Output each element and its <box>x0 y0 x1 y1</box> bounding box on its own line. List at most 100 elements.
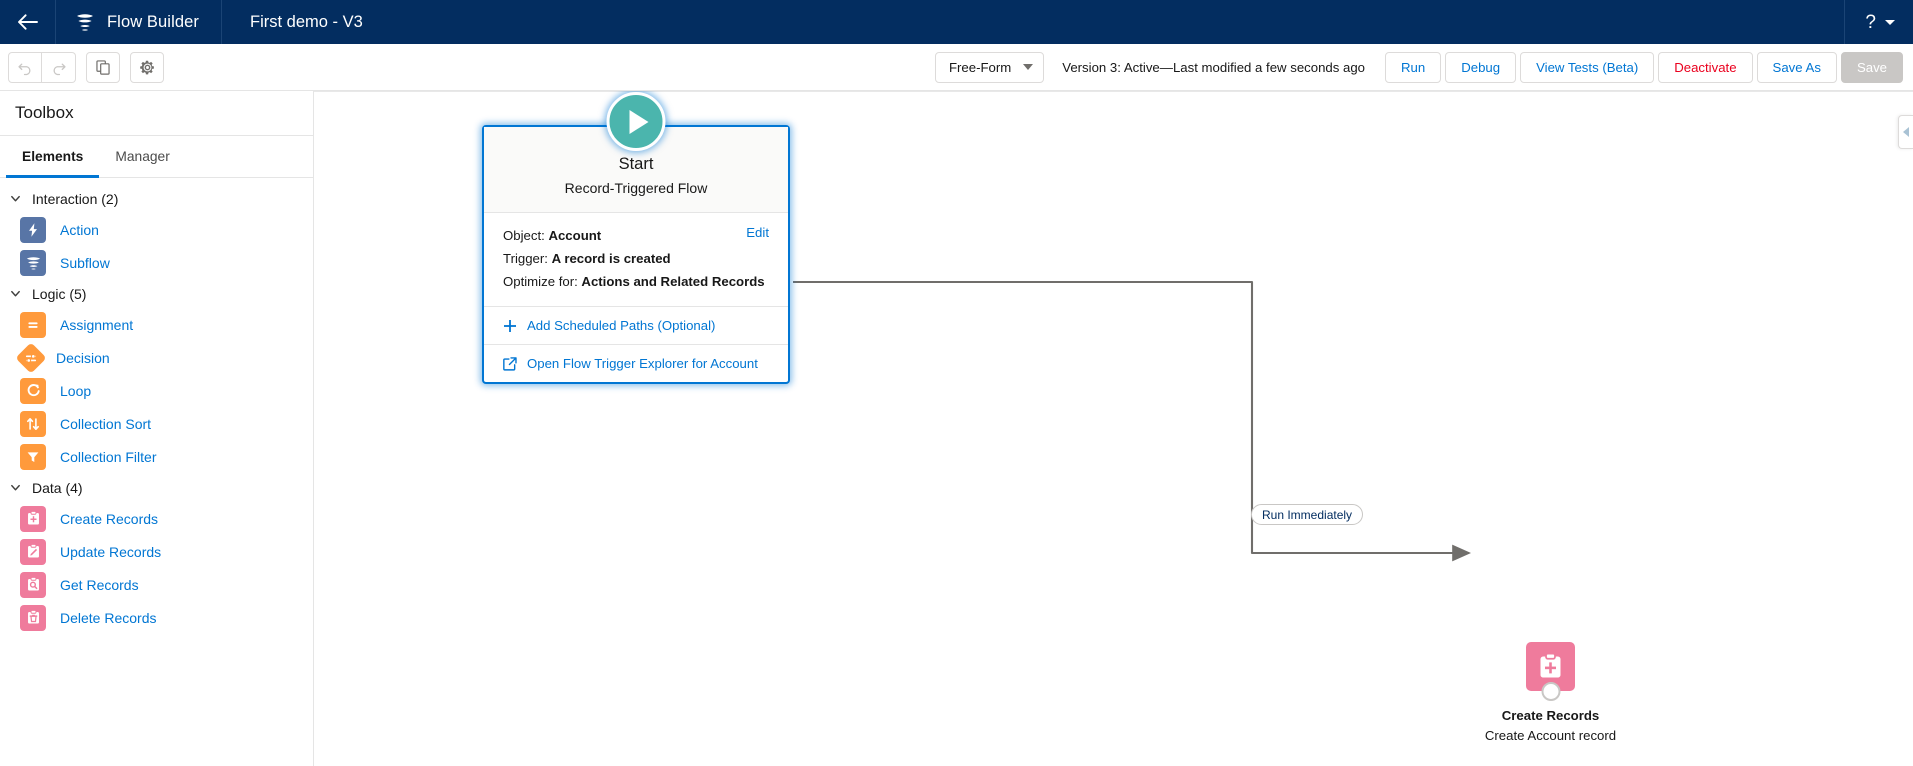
flow-canvas[interactable]: Start Record-Triggered Flow Edit Object:… <box>314 91 1913 766</box>
start-node-details: Edit Object: Account Trigger: A record i… <box>484 213 788 308</box>
detail-object-key: Object: <box>503 228 545 244</box>
element-decision[interactable]: Decision <box>0 341 313 374</box>
open-flow-trigger-explorer-link[interactable]: Open Flow Trigger Explorer for Account <box>484 345 788 382</box>
right-panel-collapse-toggle[interactable] <box>1898 115 1913 149</box>
chevron-down-icon <box>6 479 24 497</box>
chevron-down-icon <box>1885 19 1895 25</box>
detail-optimize: Optimize for: Actions and Related Record… <box>503 270 769 293</box>
collection-sort-arrows-icon <box>20 410 46 437</box>
toolbar-right-group: Free-Form Version 3: Active—Last modifie… <box>934 51 1903 83</box>
element-assignment[interactable]: Assignment <box>0 308 313 341</box>
duplicate-button[interactable] <box>86 51 120 83</box>
deactivate-button[interactable]: Deactivate <box>1658 51 1753 83</box>
record-get-icon <box>20 571 46 598</box>
detail-trigger-key: Trigger: <box>503 251 548 267</box>
tab-manager-label: Manager <box>115 149 170 164</box>
decision-diamond-icon <box>15 341 47 374</box>
toolbox-tabs: Elements Manager <box>0 136 313 178</box>
debug-button[interactable]: Debug <box>1445 51 1517 83</box>
version-status-label: Version 3: Active—Last modified a few se… <box>1062 59 1366 75</box>
gear-icon <box>139 60 154 74</box>
start-play-badge[interactable] <box>606 92 666 151</box>
redo-button[interactable] <box>42 51 76 83</box>
element-update-records[interactable]: Update Records <box>0 535 313 568</box>
element-delete-records-label: Delete Records <box>60 609 157 626</box>
undo-redo-group <box>8 51 76 83</box>
element-assignment-label: Assignment <box>60 316 134 333</box>
element-loop-label: Loop <box>60 382 92 399</box>
add-scheduled-paths-link[interactable]: Add Scheduled Paths (Optional) <box>484 307 788 346</box>
create-records-icon-wrap <box>1526 642 1575 701</box>
run-button[interactable]: Run <box>1385 51 1442 83</box>
save-as-button[interactable]: Save As <box>1756 51 1837 83</box>
element-collection-sort-label: Collection Sort <box>60 415 152 432</box>
detail-object: Object: Account <box>503 224 769 247</box>
redo-icon <box>53 63 66 75</box>
tab-elements[interactable]: Elements <box>6 136 100 178</box>
create-records-connector-handle[interactable] <box>1541 682 1560 701</box>
chevron-down-icon <box>6 285 24 303</box>
layout-mode-select[interactable]: Free-Form <box>934 51 1045 83</box>
detail-optimize-key: Optimize for: <box>503 274 578 290</box>
save-button[interactable]: Save <box>1840 51 1903 83</box>
help-menu-button[interactable]: ? <box>1844 0 1913 44</box>
collection-filter-funnel-icon <box>20 443 46 470</box>
start-node-subtitle: Record-Triggered Flow <box>564 180 708 197</box>
play-triangle-icon <box>629 109 649 134</box>
undo-icon <box>17 63 30 75</box>
elements-tree: Interaction (2) Action Subflow Logic (5)… <box>0 178 313 766</box>
external-link-icon <box>503 356 517 371</box>
loop-refresh-icon <box>20 377 46 404</box>
toolbox-panel: Toolbox Elements Manager Interaction (2) <box>0 91 314 766</box>
element-action-label: Action <box>60 221 99 238</box>
group-data[interactable]: Data (4) <box>0 473 313 502</box>
element-loop[interactable]: Loop <box>0 374 313 407</box>
group-interaction-label: Interaction (2) <box>32 190 119 207</box>
group-data-label: Data (4) <box>32 479 83 496</box>
element-collection-filter[interactable]: Collection Filter <box>0 440 313 473</box>
undo-button[interactable] <box>8 51 42 83</box>
record-create-icon <box>20 505 46 532</box>
open-flow-trigger-explorer-label: Open Flow Trigger Explorer for Account <box>527 356 758 372</box>
create-records-label: Create Records <box>1501 708 1600 723</box>
action-lightning-icon <box>20 216 46 243</box>
element-get-records-label: Get Records <box>60 576 139 593</box>
group-interaction[interactable]: Interaction (2) <box>0 184 313 213</box>
record-delete-icon <box>20 604 46 631</box>
element-get-records[interactable]: Get Records <box>0 568 313 601</box>
tab-elements-label: Elements <box>22 149 84 164</box>
element-delete-records[interactable]: Delete Records <box>0 601 313 634</box>
start-edit-link[interactable]: Edit <box>746 225 769 240</box>
canvas-top-divider <box>314 91 1913 92</box>
flow-settings-button[interactable] <box>130 51 164 83</box>
top-navigation-bar: Flow Builder First demo - V3 ? <box>0 0 1913 44</box>
group-logic-label: Logic (5) <box>32 285 87 302</box>
chevron-down-icon <box>6 190 24 208</box>
element-create-records-label: Create Records <box>60 510 159 527</box>
arrow-left-icon <box>17 14 38 30</box>
connector-label-text: Run Immediately <box>1262 507 1353 522</box>
layout-mode-value: Free-Form <box>948 59 1012 75</box>
element-update-records-label: Update Records <box>60 543 162 560</box>
detail-optimize-value: Actions and Related Records <box>581 274 765 290</box>
element-decision-label: Decision <box>56 349 110 366</box>
subflow-waves-icon <box>20 249 46 276</box>
create-records-node[interactable]: Create Records Create Account record <box>1483 642 1618 745</box>
view-tests-button[interactable]: View Tests (Beta) <box>1520 51 1655 83</box>
element-collection-sort[interactable]: Collection Sort <box>0 407 313 440</box>
element-action[interactable]: Action <box>0 213 313 246</box>
flow-name-label: First demo - V3 <box>249 12 363 31</box>
element-create-records[interactable]: Create Records <box>0 502 313 535</box>
tab-manager[interactable]: Manager <box>99 136 185 177</box>
connector-label-run-immediately[interactable]: Run Immediately <box>1251 504 1364 525</box>
record-create-glyph-icon <box>1540 652 1561 678</box>
start-node[interactable]: Start Record-Triggered Flow Edit Object:… <box>482 92 790 385</box>
group-logic[interactable]: Logic (5) <box>0 279 313 308</box>
start-node-title: Start <box>618 155 654 173</box>
element-subflow[interactable]: Subflow <box>0 246 313 279</box>
back-button[interactable] <box>0 0 56 44</box>
app-launcher-flow-builder[interactable]: Flow Builder <box>56 0 222 44</box>
help-question-icon: ? <box>1865 11 1876 33</box>
flow-builder-logo-icon <box>77 14 93 31</box>
app-name-label: Flow Builder <box>107 12 199 31</box>
